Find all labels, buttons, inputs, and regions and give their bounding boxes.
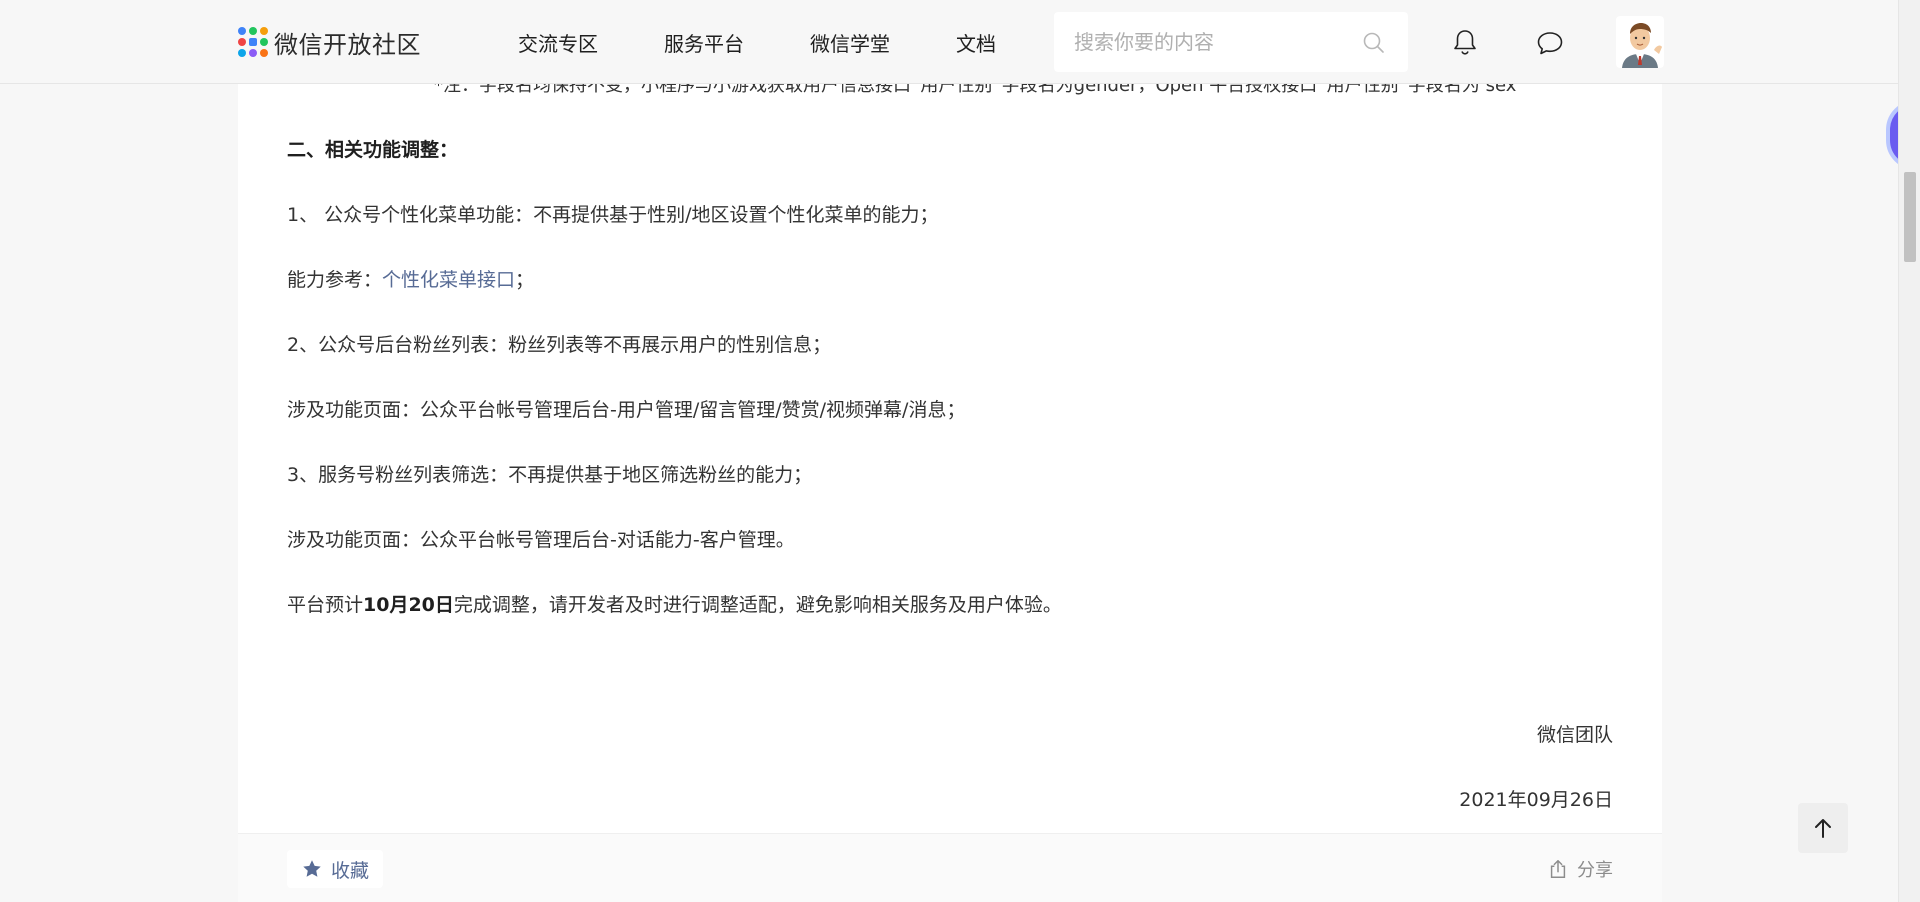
logo-dot: [260, 38, 268, 46]
nav-item-academy[interactable]: 微信学堂: [810, 28, 890, 57]
chat-bubble-icon[interactable]: [1536, 30, 1564, 60]
item-2-pages: 涉及功能页面：公众平台帐号管理后台-用户管理/留言管理/赞赏/视频弹幕/消息；: [287, 399, 966, 421]
site-logo[interactable]: 微信开放社区: [238, 27, 421, 59]
top-navbar: 微信开放社区 交流专区 服务平台 微信学堂 文档: [0, 0, 1898, 84]
search-input[interactable]: [1074, 30, 1354, 54]
item-2-text: 2、公众号后台粉丝列表：粉丝列表等不再展示用户的性别信息；: [287, 334, 832, 356]
scrollbar-thumb[interactable]: [1904, 172, 1916, 262]
signature: 微信团队: [1536, 724, 1613, 746]
share-label: 分享: [1577, 860, 1613, 881]
share-icon: [1550, 860, 1566, 878]
star-icon: [303, 860, 321, 877]
notice-suffix: 完成调整，请开发者及时进行调整适配，避免影响相关服务及用户体验。: [453, 594, 1062, 616]
back-to-top-button[interactable]: [1798, 803, 1848, 853]
page-scrollbar[interactable]: [1898, 0, 1920, 902]
nav-item-community[interactable]: 交流专区: [518, 28, 598, 57]
logo-dot: [249, 49, 257, 57]
logo-dot: [238, 38, 246, 46]
logo-text: 微信开放社区: [274, 30, 421, 59]
reference-suffix: ；: [515, 269, 535, 291]
logo-dot: [260, 49, 268, 57]
notice-date-bold: 10月20日: [363, 594, 454, 616]
user-avatar[interactable]: [1616, 16, 1664, 68]
logo-dot: [249, 27, 257, 35]
logo-dot: [238, 27, 246, 35]
item-1-text: 1、 公众号个性化菜单功能：不再提供基于性别/地区设置个性化菜单的能力；: [287, 204, 939, 226]
completion-notice: 平台预计10月20日完成调整，请开发者及时进行调整适配，避免影响相关服务及用户体…: [287, 591, 1062, 619]
nav-item-docs[interactable]: 文档: [956, 28, 996, 57]
nav-item-services[interactable]: 服务平台: [664, 28, 744, 57]
article-action-bar: 收藏 分享: [238, 833, 1662, 902]
logo-dot: [238, 49, 246, 57]
search-icon[interactable]: [1362, 31, 1386, 59]
article-card: *注：字段名均保持不变，小程序与小游戏获取用户信息接口“用户性别”字段名为gen…: [238, 0, 1662, 902]
custom-menu-api-link[interactable]: 个性化菜单接口: [382, 269, 515, 291]
publish-date: 2021年09月26日: [1459, 789, 1613, 811]
arrow-up-icon: [1815, 819, 1831, 838]
reference-prefix: 能力参考：: [287, 269, 383, 291]
section-title: 二、相关功能调整：: [287, 139, 459, 161]
logo-dot: [249, 38, 257, 46]
bell-icon[interactable]: [1452, 28, 1478, 60]
search-box: [1054, 12, 1408, 72]
share-button[interactable]: 分享: [1547, 856, 1613, 882]
notice-prefix: 平台预计: [287, 594, 364, 616]
favorite-label: 收藏: [331, 859, 370, 882]
logo-dot: [260, 27, 268, 35]
favorite-button[interactable]: 收藏: [287, 850, 384, 888]
item-3-text: 3、服务号粉丝列表筛选：不再提供基于地区筛选粉丝的能力；: [287, 464, 813, 486]
capability-reference: 能力参考：个性化菜单接口；: [287, 266, 534, 294]
main-nav: 交流专区 服务平台 微信学堂 文档: [518, 28, 1062, 57]
logo-mark-icon: [238, 27, 268, 57]
item-3-pages: 涉及功能页面：公众平台帐号管理后台-对话能力-客户管理。: [287, 529, 795, 551]
